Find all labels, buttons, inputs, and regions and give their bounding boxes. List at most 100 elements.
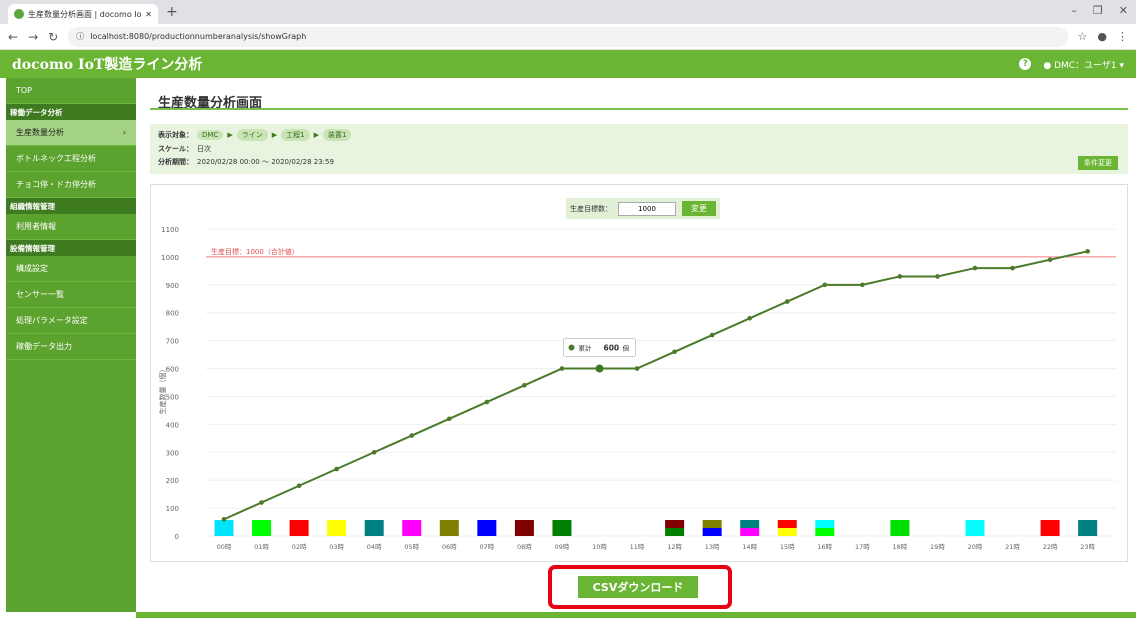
x-tick-label: 14時 <box>742 543 757 551</box>
data-point <box>559 366 565 371</box>
tooltip-label: 累計 <box>579 344 593 353</box>
status-bar <box>815 528 835 536</box>
sidebar: TOP 稼働データ分析 生産数量分析 › ボトルネック工程分析 チョコ停・ドカ停… <box>6 78 136 612</box>
sidebar-item-label: 生産数量分析 <box>16 128 64 137</box>
x-tick-label: 01時 <box>254 543 269 551</box>
breadcrumb-item: ライン <box>236 129 268 141</box>
x-tick-label: 19時 <box>930 543 945 551</box>
y-tick-label: 500 <box>166 393 179 401</box>
breadcrumb-item: 装置1 <box>322 129 352 141</box>
title-divider <box>150 108 1128 110</box>
y-tick-label: 600 <box>166 366 179 374</box>
scale-row: スケール： 日次 <box>158 144 211 154</box>
sidebar-item-production[interactable]: 生産数量分析 › <box>6 120 136 146</box>
period-row: 分析期間： 2020/02/28 00:00 ～ 2020/02/28 23:5… <box>158 157 334 167</box>
target-row: 表示対象： DMC ▶ ライン ▶ 工程1 ▶ 装置1 <box>158 129 352 141</box>
user-name: DMC：ユーザ1 <box>1054 60 1117 71</box>
sidebar-section-analysis: 稼働データ分析 <box>6 104 136 120</box>
goal-form: 生産目標数： 変更 <box>566 198 720 219</box>
goal-change-button[interactable]: 変更 <box>682 201 716 216</box>
minimize-icon[interactable]: – <box>1071 4 1077 17</box>
data-point <box>860 282 865 288</box>
status-bar <box>514 520 534 536</box>
data-point <box>522 382 527 388</box>
status-bar <box>552 520 572 536</box>
restore-icon[interactable]: ❐ <box>1093 4 1103 17</box>
tooltip-marker <box>568 344 575 351</box>
new-tab-icon[interactable]: + <box>166 4 178 20</box>
star-icon[interactable]: ☆ <box>1078 30 1088 43</box>
data-point <box>709 332 715 338</box>
scale-value: 日次 <box>197 145 211 153</box>
target-label: 表示対象： <box>158 131 193 139</box>
data-point <box>259 500 264 505</box>
status-bar <box>777 528 797 536</box>
status-bar <box>402 520 422 536</box>
data-point <box>935 274 940 279</box>
status-bar <box>702 528 722 536</box>
app-header: docomo IoT製造ライン分析 ? ● DMC：ユーザ1 ▾ <box>0 50 1136 78</box>
close-window-icon[interactable]: ✕ <box>1119 4 1128 17</box>
change-condition-button[interactable]: 条件変更 <box>1078 156 1118 170</box>
url-text: localhost:8080/productionnumberanalysis/… <box>90 32 307 41</box>
goal-label: 生産目標数： <box>570 204 612 213</box>
browser-tabbar: 生産数量分析画面 | docomo IoT ✕ + – ❐ ✕ <box>0 0 1136 24</box>
data-point <box>296 483 302 489</box>
forward-icon[interactable]: → <box>28 30 38 44</box>
status-bar <box>890 520 910 536</box>
target-label: 生産目標：1000（合計値） <box>211 247 299 256</box>
sidebar-item-config[interactable]: 構成設定 <box>6 256 136 282</box>
user-menu[interactable]: ● DMC：ユーザ1 ▾ <box>1043 58 1124 71</box>
status-bar <box>477 520 497 536</box>
status-bar <box>665 528 685 536</box>
data-point <box>447 416 452 422</box>
menu-icon[interactable]: ⋮ <box>1117 30 1128 43</box>
sidebar-item-choko[interactable]: チョコ停・ドカ停分析 <box>6 172 136 198</box>
sidebar-item-params[interactable]: 処理パラメータ設定 <box>6 308 136 334</box>
x-tick-label: 11時 <box>630 543 645 551</box>
sidebar-item-top[interactable]: TOP <box>6 78 136 104</box>
window-controls: – ❐ ✕ <box>1071 4 1128 17</box>
x-tick-label: 16時 <box>817 543 832 551</box>
x-tick-label: 15時 <box>780 543 795 551</box>
x-tick-label: 22時 <box>1043 543 1058 551</box>
data-point <box>972 265 978 271</box>
sidebar-item-sensors[interactable]: センサー一覧 <box>6 282 136 308</box>
y-tick-label: 700 <box>166 338 179 346</box>
leaf-favicon-icon <box>14 9 24 19</box>
x-tick-label: 13時 <box>705 543 720 551</box>
reload-icon[interactable]: ↻ <box>48 30 58 44</box>
series-line <box>223 250 1088 521</box>
sidebar-item-bottleneck[interactable]: ボトルネック工程分析 <box>6 146 136 172</box>
tab-title: 生産数量分析画面 | docomo IoT <box>28 9 142 19</box>
status-bar <box>289 520 309 536</box>
production-line-chart: 0 100 200 300 400 500 600 700 800 900 1000 1100 生産数量… <box>158 226 1116 551</box>
app-title[interactable]: docomo IoT製造ライン分析 <box>12 54 1019 74</box>
back-icon[interactable]: ← <box>8 30 18 44</box>
period-value: 2020/02/28 00:00 ～ 2020/02/28 23:59 <box>197 158 334 166</box>
user-icon: ● <box>1043 60 1055 71</box>
browser-tab[interactable]: 生産数量分析画面 | docomo IoT ✕ <box>8 4 158 24</box>
help-icon[interactable]: ? <box>1019 58 1032 70</box>
data-point <box>484 399 490 405</box>
sidebar-item-output[interactable]: 稼働データ出力 <box>6 334 136 360</box>
sidebar-item-users[interactable]: 利用者情報 <box>6 214 136 240</box>
account-icon[interactable]: ● <box>1097 30 1107 43</box>
y-tick-label: 100 <box>166 505 179 513</box>
x-tick-label: 04時 <box>367 543 382 551</box>
info-icon[interactable]: ⓘ <box>76 31 84 42</box>
data-point <box>784 299 790 304</box>
y-tick-label: 400 <box>166 421 179 429</box>
status-bar <box>439 520 459 536</box>
data-point <box>1010 265 1015 271</box>
status-bar <box>327 520 347 536</box>
chevron-right-icon: › <box>122 128 126 137</box>
y-tick-label: 1000 <box>161 254 179 262</box>
sidebar-section-equipment: 設備情報管理 <box>6 240 136 256</box>
goal-input[interactable] <box>618 201 676 216</box>
close-tab-icon[interactable]: ✕ <box>145 10 152 19</box>
url-field[interactable]: ⓘ localhost:8080/productionnumberanalysi… <box>68 26 1068 47</box>
y-tick-label: 1100 <box>161 226 179 234</box>
y-tick-label: 0 <box>175 533 179 541</box>
data-point <box>1047 257 1053 262</box>
